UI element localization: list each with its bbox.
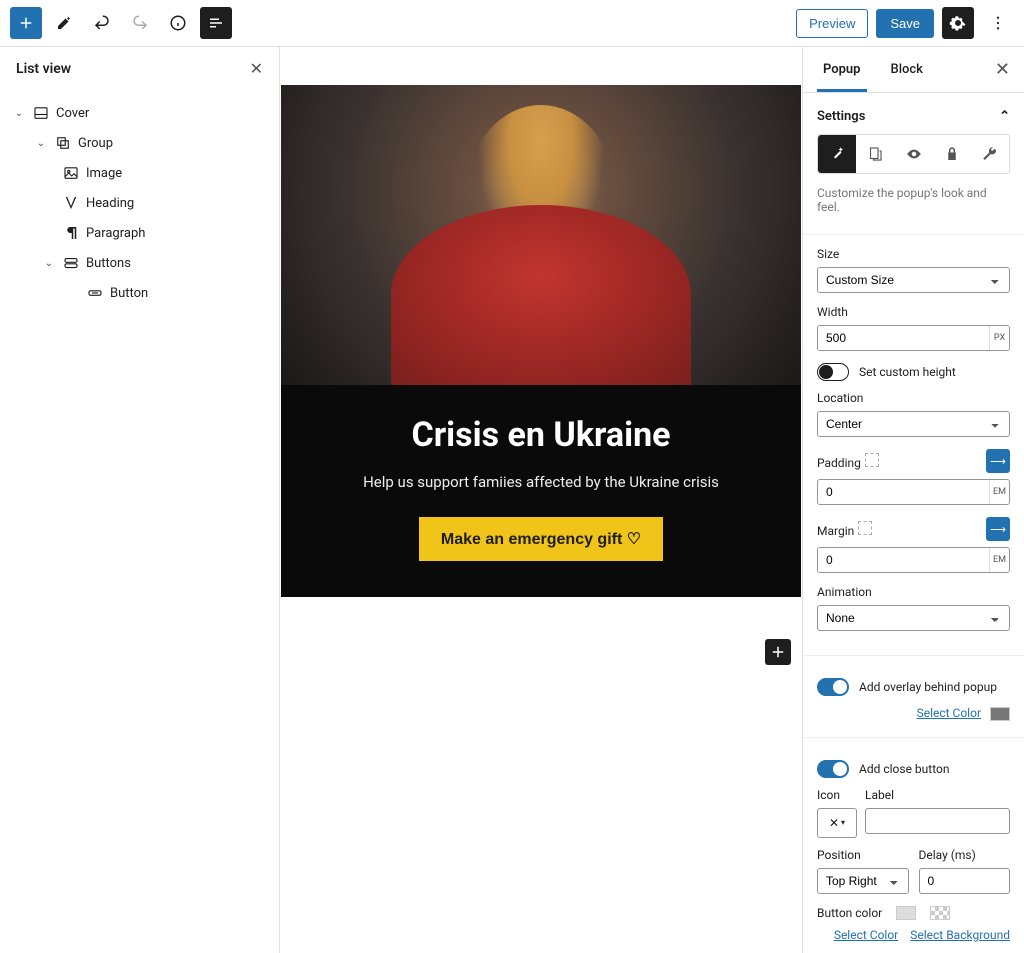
overlay-color-swatch[interactable] bbox=[990, 707, 1010, 721]
tree-item-paragraph[interactable]: Paragraph bbox=[4, 218, 275, 248]
append-block-button[interactable] bbox=[765, 639, 791, 665]
tree-item-image[interactable]: Image bbox=[4, 158, 275, 188]
close-delay-label: Delay (ms) bbox=[919, 848, 1011, 862]
close-sidebar[interactable]: ✕ bbox=[995, 59, 1010, 80]
copy-icon bbox=[866, 145, 884, 163]
tab-block[interactable]: Block bbox=[885, 48, 929, 92]
close-label-label: Label bbox=[865, 788, 1010, 802]
subtab-visibility[interactable] bbox=[894, 135, 932, 173]
cover-icon bbox=[32, 104, 50, 122]
paragraph-icon bbox=[62, 224, 80, 242]
cta-button[interactable]: Make an emergency gift ♡ bbox=[419, 517, 663, 561]
tab-popup[interactable]: Popup bbox=[817, 48, 867, 92]
cover-paragraph[interactable]: Help us support famiies affected by the … bbox=[301, 473, 781, 491]
width-label: Width bbox=[817, 305, 1010, 319]
chevron-down-icon[interactable]: ⌄ bbox=[12, 106, 26, 120]
size-select[interactable]: Custom Size bbox=[817, 267, 1010, 293]
overlay-select-color[interactable]: Select Color bbox=[917, 706, 981, 720]
button-bg-swatch[interactable] bbox=[930, 906, 950, 920]
button-icon bbox=[86, 284, 104, 302]
subtab-security[interactable] bbox=[933, 135, 971, 173]
more-menu-button[interactable] bbox=[982, 7, 1014, 39]
wrench-icon bbox=[981, 145, 999, 163]
overlay-toggle[interactable] bbox=[817, 678, 849, 696]
padding-label: Padding bbox=[817, 456, 861, 470]
chevron-down-icon[interactable]: ⌄ bbox=[34, 136, 48, 150]
close-position-select[interactable]: Top Right bbox=[817, 868, 909, 894]
location-select[interactable]: Center bbox=[817, 411, 1010, 437]
margin-box-icon bbox=[858, 521, 872, 535]
buttons-icon bbox=[62, 254, 80, 272]
size-label: Size bbox=[817, 247, 1010, 261]
padding-input[interactable] bbox=[818, 480, 989, 504]
tree-item-buttons[interactable]: ⌄ Buttons bbox=[4, 248, 275, 278]
cover-image[interactable] bbox=[281, 85, 801, 385]
tree-item-button[interactable]: Button bbox=[4, 278, 275, 308]
close-delay-input[interactable] bbox=[919, 868, 1011, 894]
lock-icon bbox=[943, 145, 961, 163]
animation-label: Animation bbox=[817, 585, 1010, 599]
tree-item-cover[interactable]: ⌄ Cover bbox=[4, 98, 275, 128]
overlay-label: Add overlay behind popup bbox=[859, 680, 997, 694]
margin-link-toggle[interactable]: ⟶ bbox=[986, 517, 1010, 541]
wand-icon bbox=[828, 145, 846, 163]
tree-item-heading[interactable]: Heading bbox=[4, 188, 275, 218]
settings-subtab-row bbox=[817, 134, 1010, 174]
heading-icon bbox=[62, 194, 80, 212]
chevron-down-icon[interactable]: ⌄ bbox=[42, 256, 56, 270]
padding-box-icon bbox=[865, 453, 879, 467]
close-icon-picker[interactable]: ✕ ▾ bbox=[817, 808, 857, 838]
undo-button[interactable] bbox=[86, 7, 118, 39]
width-input[interactable] bbox=[818, 326, 989, 350]
subtab-advanced[interactable] bbox=[971, 135, 1009, 173]
close-button-label: Add close button bbox=[859, 762, 949, 776]
settings-hint: Customize the popup's look and feel. bbox=[817, 186, 1010, 214]
settings-sidebar: Popup Block ✕ Settings ⌃ Customize the p… bbox=[802, 47, 1024, 953]
list-view-toggle[interactable] bbox=[200, 7, 232, 39]
close-label-input[interactable] bbox=[865, 808, 1010, 834]
settings-section-header[interactable]: Settings ⌃ bbox=[817, 105, 1010, 134]
custom-height-toggle[interactable] bbox=[817, 363, 849, 381]
group-icon bbox=[54, 134, 72, 152]
button-select-color[interactable]: Select Color bbox=[834, 928, 898, 942]
list-view-panel: List view ✕ ⌄ Cover ⌄ Group Image Headin… bbox=[0, 47, 280, 953]
custom-height-label: Set custom height bbox=[859, 365, 956, 379]
button-color-label: Button color bbox=[817, 906, 882, 920]
close-position-label: Position bbox=[817, 848, 909, 862]
image-icon bbox=[62, 164, 80, 182]
location-label: Location bbox=[817, 391, 1010, 405]
preview-button[interactable]: Preview bbox=[796, 9, 868, 38]
margin-label: Margin bbox=[817, 524, 854, 538]
chevron-up-icon: ⌃ bbox=[999, 109, 1010, 124]
cover-heading[interactable]: Crisis en Ukraine bbox=[301, 415, 781, 455]
close-button-toggle[interactable] bbox=[817, 760, 849, 778]
width-unit[interactable]: PX bbox=[989, 326, 1009, 350]
padding-link-toggle[interactable]: ⟶ bbox=[986, 449, 1010, 473]
margin-unit[interactable]: EM bbox=[989, 548, 1009, 572]
info-button[interactable] bbox=[162, 7, 194, 39]
redo-button[interactable] bbox=[124, 7, 156, 39]
button-select-background[interactable]: Select Background bbox=[910, 928, 1010, 942]
editor-canvas[interactable]: Crisis en Ukraine Help us support famiie… bbox=[280, 47, 802, 953]
animation-select[interactable]: None bbox=[817, 605, 1010, 631]
padding-unit[interactable]: EM bbox=[989, 480, 1009, 504]
list-view-title: List view bbox=[16, 61, 71, 77]
close-list-view[interactable]: ✕ bbox=[250, 59, 263, 78]
subtab-appearance[interactable] bbox=[818, 135, 856, 173]
tree-item-group[interactable]: ⌄ Group bbox=[4, 128, 275, 158]
edit-tool-button[interactable] bbox=[48, 7, 80, 39]
eye-icon bbox=[905, 145, 923, 163]
add-block-button[interactable] bbox=[10, 7, 42, 39]
save-button[interactable]: Save bbox=[876, 9, 934, 38]
top-toolbar: Preview Save bbox=[0, 0, 1024, 47]
margin-input[interactable] bbox=[818, 548, 989, 572]
close-icon-label: Icon bbox=[817, 788, 857, 802]
settings-gear-button[interactable] bbox=[942, 7, 974, 39]
cover-block[interactable]: Crisis en Ukraine Help us support famiie… bbox=[281, 85, 801, 597]
subtab-pages[interactable] bbox=[856, 135, 894, 173]
gear-icon bbox=[949, 14, 967, 32]
button-color-swatch[interactable] bbox=[896, 906, 916, 920]
